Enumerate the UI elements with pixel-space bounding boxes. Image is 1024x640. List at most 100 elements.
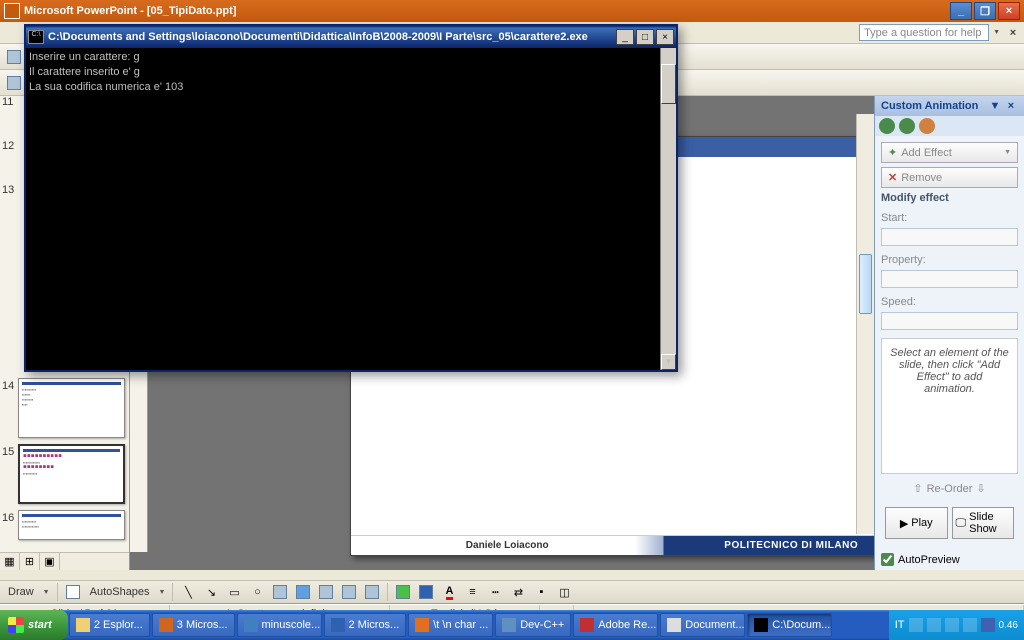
- line-color-tool[interactable]: [416, 582, 436, 602]
- textbox-tool[interactable]: [270, 582, 290, 602]
- minimize-button[interactable]: _: [950, 2, 972, 20]
- x-icon: ✕: [888, 171, 897, 184]
- wordart-tool[interactable]: [293, 582, 313, 602]
- thumb-number: 16: [2, 510, 18, 524]
- taskbar-item-label: 2 Esplor...: [94, 619, 143, 631]
- tray-icon[interactable]: [909, 618, 923, 632]
- autopreview-checkbox[interactable]: [881, 553, 894, 566]
- picture-tool[interactable]: [362, 582, 382, 602]
- clipart-tool[interactable]: [339, 582, 359, 602]
- speed-select[interactable]: [881, 312, 1018, 330]
- arrow-style-tool[interactable]: ⇄: [508, 582, 528, 602]
- autopreview-row[interactable]: AutoPreview: [875, 549, 1024, 570]
- reorder-up-icon[interactable]: ⇧: [913, 482, 922, 495]
- decrease-indent-button[interactable]: [4, 73, 24, 93]
- tray-icon[interactable]: [963, 618, 977, 632]
- new-button[interactable]: [4, 47, 24, 67]
- taskbar-item[interactable]: 2 Esplor...: [69, 613, 150, 637]
- tray-icon[interactable]: [945, 618, 959, 632]
- powerpoint-icon: [4, 3, 20, 19]
- 3d-tool[interactable]: ◫: [554, 582, 574, 602]
- rectangle-tool[interactable]: ▭: [224, 582, 244, 602]
- line-tool[interactable]: ╲: [178, 582, 198, 602]
- console-scrollbar[interactable]: ▲ ▼: [660, 48, 676, 370]
- nav-forward-icon[interactable]: [899, 118, 915, 134]
- console-titlebar[interactable]: C:\ C:\Documents and Settings\loiacono\D…: [26, 26, 676, 48]
- thumbnail-item[interactable]: 15 ▪▪▪▪▪▪▪▪▪▪▪▪▪▪▪▪▪▪▪▪▪▪▪▪▪▪▪▪▪▪▪▪▪▪▪▪▪…: [0, 440, 129, 506]
- scroll-thumb[interactable]: [661, 64, 676, 104]
- sorter-view-button[interactable]: ⊞: [20, 553, 40, 570]
- arrow-tool[interactable]: ↘: [201, 582, 221, 602]
- diagram-tool[interactable]: [316, 582, 336, 602]
- select-tool[interactable]: [63, 582, 83, 602]
- start-label: Start:: [881, 212, 1018, 224]
- system-tray: IT 0.46: [889, 610, 1024, 640]
- thumb-number: 12: [2, 140, 14, 184]
- oval-tool[interactable]: ○: [247, 582, 267, 602]
- taskbar-item-label: Adobe Re...: [598, 619, 656, 631]
- font-color-tool[interactable]: A: [439, 582, 459, 602]
- pane-nav: [875, 116, 1024, 136]
- thumb-preview-current[interactable]: ▪▪▪▪▪▪▪▪▪▪▪▪▪▪▪▪▪▪▪▪▪▪▪▪▪▪▪▪▪▪▪▪▪▪▪▪▪▪▪▪: [18, 444, 125, 504]
- start-select[interactable]: [881, 228, 1018, 246]
- nav-back-icon[interactable]: [879, 118, 895, 134]
- scrollbar-thumb[interactable]: [859, 254, 872, 314]
- taskbar-item[interactable]: minuscole...: [237, 613, 322, 637]
- thumbnail-item[interactable]: 16 ▪▪▪▪▪▪▪▪▪▪▪▪▪▪▪▪▪▪▪▪▪▪: [0, 506, 129, 542]
- thumb-preview[interactable]: ▪▪▪▪▪▪▪▪▪▪▪▪▪▪▪▪▪▪▪▪▪▪▪▪▪▪▪▪: [18, 378, 125, 438]
- scroll-down-button[interactable]: ▼: [661, 354, 676, 370]
- taskbar-item-label: minuscole...: [262, 619, 321, 631]
- shadow-tool[interactable]: ▪: [531, 582, 551, 602]
- taskbar-item[interactable]: Dev-C++: [495, 613, 571, 637]
- reorder-down-icon[interactable]: ⇩: [976, 482, 985, 495]
- normal-view-button[interactable]: ▦: [0, 553, 20, 570]
- thumb-number: 14: [2, 378, 18, 392]
- thumb-preview[interactable]: ▪▪▪▪▪▪▪▪▪▪▪▪▪▪▪▪▪▪▪▪▪▪: [18, 510, 125, 540]
- help-dropdown-icon[interactable]: ▼: [993, 29, 1000, 36]
- console-maximize-button[interactable]: □: [636, 29, 654, 45]
- help-search-input[interactable]: [859, 24, 989, 41]
- console-output[interactable]: Inserire un carattere: g Il carattere in…: [26, 48, 676, 370]
- language-indicator[interactable]: IT: [895, 619, 905, 631]
- close-button[interactable]: ×: [998, 2, 1020, 20]
- console-icon: C:\: [28, 30, 44, 44]
- vertical-scrollbar[interactable]: [856, 114, 874, 534]
- taskbar-item[interactable]: \t \n char ...: [408, 613, 493, 637]
- taskbar-item[interactable]: 3 Micros...: [152, 613, 235, 637]
- restore-button[interactable]: ❐: [974, 2, 996, 20]
- pane-dropdown-icon[interactable]: ▼: [988, 100, 1002, 112]
- thumbnail-item[interactable]: 14 ▪▪▪▪▪▪▪▪▪▪▪▪▪▪▪▪▪▪▪▪▪▪▪▪▪▪▪▪: [0, 374, 129, 440]
- help-search[interactable]: [859, 24, 989, 41]
- taskbar-item[interactable]: 2 Micros...: [324, 613, 407, 637]
- start-label: start: [28, 619, 52, 631]
- play-button[interactable]: ▶ Play: [885, 507, 948, 539]
- tray-icon[interactable]: [981, 618, 995, 632]
- animation-hint: Select an element of the slide, then cli…: [881, 338, 1018, 474]
- slideshow-button[interactable]: 🖵 Slide Show: [952, 507, 1015, 539]
- line-style-tool[interactable]: ≡: [462, 582, 482, 602]
- tray-icon[interactable]: [927, 618, 941, 632]
- nav-home-icon[interactable]: [919, 118, 935, 134]
- taskbar-item[interactable]: Adobe Re...: [573, 613, 658, 637]
- fill-color-tool[interactable]: [393, 582, 413, 602]
- folder-icon: [76, 618, 90, 632]
- console-line: Inserire un carattere: g: [29, 51, 140, 63]
- draw-menu[interactable]: Draw: [4, 586, 38, 598]
- console-line: La sua codifica numerica e' 103: [29, 81, 183, 93]
- dash-style-tool[interactable]: ┅: [485, 582, 505, 602]
- clock[interactable]: 0.46: [999, 620, 1018, 631]
- autoshapes-menu[interactable]: AutoShapes: [86, 586, 154, 598]
- document-close-button[interactable]: ×: [1006, 27, 1020, 39]
- reorder-controls: ⇧ Re-Order ⇩: [881, 478, 1018, 499]
- property-select[interactable]: [881, 270, 1018, 288]
- slideshow-view-button[interactable]: ▣: [40, 553, 60, 570]
- remove-button[interactable]: ✕Remove: [881, 167, 1018, 188]
- add-effect-button[interactable]: ✦Add Effect ▼: [881, 142, 1018, 163]
- taskbar-item[interactable]: Document...: [660, 613, 745, 637]
- pane-close-icon[interactable]: ×: [1004, 100, 1018, 112]
- console-close-button[interactable]: ×: [656, 29, 674, 45]
- window-title: Microsoft PowerPoint - [05_TipiDato.ppt]: [24, 5, 948, 17]
- console-minimize-button[interactable]: _: [616, 29, 634, 45]
- taskbar-item-active[interactable]: C:\Docum...: [747, 613, 832, 637]
- start-button[interactable]: start: [0, 610, 68, 640]
